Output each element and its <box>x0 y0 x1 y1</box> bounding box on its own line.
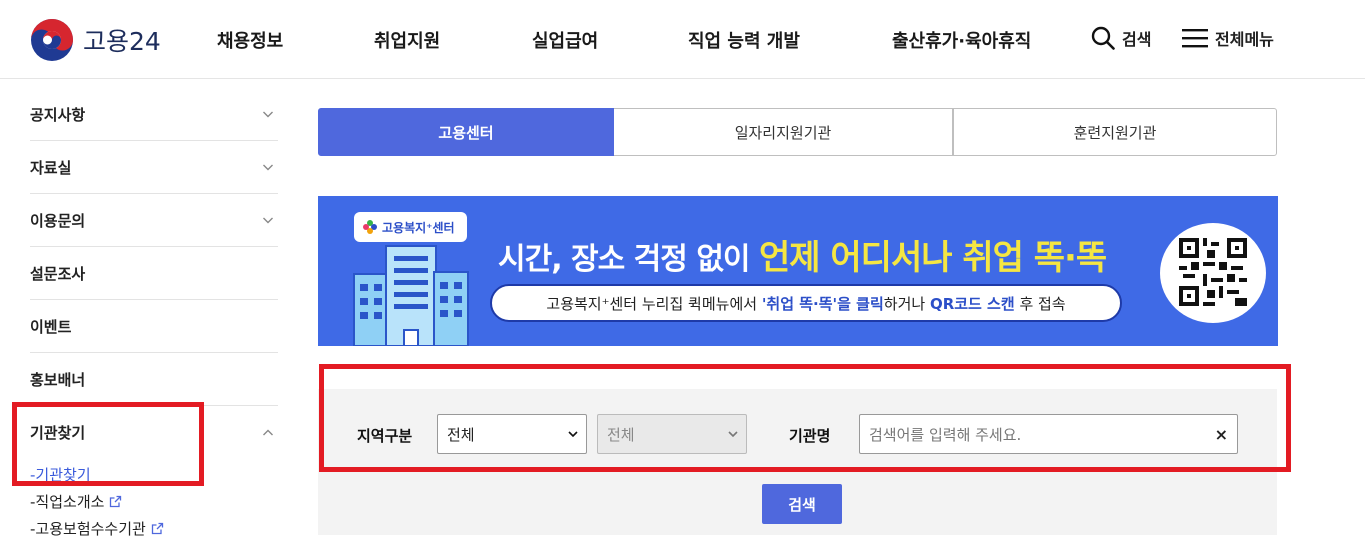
header-search-label: 검색 <box>1122 30 1152 49</box>
chevron-down-icon <box>263 217 273 224</box>
all-menu-button[interactable]: 전체메뉴 <box>1182 26 1274 50</box>
search-highlight-box <box>319 364 1291 472</box>
tab-employment-center[interactable]: 고용센터 <box>318 108 614 156</box>
banner-headline-highlight: 언제 어디서나 취업 똑·똑 <box>758 238 1107 278</box>
sidebar-item-label: 공지사항 <box>30 105 86 124</box>
chevron-down-icon <box>263 111 273 118</box>
search-submit-button[interactable]: 검색 <box>762 484 842 524</box>
sidebar-item-label: 이벤트 <box>30 317 72 336</box>
nav-item-employment-support[interactable]: 취업지원 <box>374 27 440 53</box>
sidebar-item-archive[interactable]: 자료실 <box>30 141 278 194</box>
banner-headline: 시간, 장소 걱정 없이 언제 어디서나 취업 똑·똑 <box>498 230 1107 279</box>
header-search-button[interactable]: 검색 <box>1091 26 1151 50</box>
sidebar-item-event[interactable]: 이벤트 <box>30 300 278 353</box>
sidebar-sub-item-job-agency[interactable]: -직업소개소 <box>30 488 278 515</box>
banner-pill-click-text: '취업 똑·똑'을 클릭 <box>761 294 884 313</box>
nav-item-skill-development[interactable]: 직업 능력 개발 <box>688 27 800 53</box>
nav-item-unemployment-benefit[interactable]: 실업급여 <box>532 27 598 53</box>
sidebar-highlight-box <box>12 402 204 486</box>
sidebar-item-notice[interactable]: 공지사항 <box>30 88 278 141</box>
qr-code-icon <box>1179 238 1247 306</box>
nav-item-parental-leave[interactable]: 출산휴가·육아휴직 <box>892 27 1031 53</box>
qr-bubble <box>1160 223 1266 323</box>
banner-badge: 고용복지⁺센터 <box>354 212 467 242</box>
banner-pill-text: 후 접속 <box>1014 294 1066 313</box>
site-logo[interactable]: 고용24 <box>30 18 161 62</box>
chevron-down-icon <box>263 164 273 171</box>
all-menu-label: 전체메뉴 <box>1215 30 1274 49</box>
banner-badge-label: 고용복지⁺센터 <box>382 220 455 235</box>
banner-pill-text: 하거나 <box>883 294 930 313</box>
sidebar-item-label: 자료실 <box>30 158 72 177</box>
tab-training-agency[interactable]: 훈련지원기관 <box>953 108 1277 156</box>
logo-text: 고용24 <box>83 27 161 56</box>
korea-gov-emblem-icon <box>31 19 73 61</box>
sidebar-item-promo-banner[interactable]: 홍보배너 <box>30 353 278 406</box>
sidebar-item-inquiry[interactable]: 이용문의 <box>30 194 278 247</box>
chevron-up-icon <box>263 429 273 435</box>
sidebar-item-label: 이용문의 <box>30 211 86 230</box>
sidebar-item-label: 설문조사 <box>30 264 86 283</box>
external-link-icon <box>151 522 163 535</box>
promo-banner[interactable]: 고용복지⁺센터 시간, 장소 걱정 없이 언제 어디서나 취업 똑·똑 고용복지… <box>318 196 1278 346</box>
nav-item-jobs[interactable]: 채용정보 <box>217 27 283 53</box>
site-header: 고용24 채용정보 취업지원 실업급여 직업 능력 개발 출산휴가·육아휴직 검… <box>0 0 1365 79</box>
sidebar-sub-item-insurance-agency[interactable]: -고용보험수수기관 <box>30 515 278 542</box>
sidebar-item-label: 홍보배너 <box>30 370 86 389</box>
banner-headline-lead: 시간, 장소 걱정 없이 <box>498 242 751 277</box>
sidebar-sub-item-label: -고용보험수수기관 <box>30 520 146 538</box>
hamburger-menu-icon <box>1182 29 1208 48</box>
banner-instruction-pill: 고용복지⁺센터 누리집 퀵메뉴에서 '취업 똑·똑'을 클릭 하거나 QR코드 … <box>490 284 1122 322</box>
welfare-center-logo-icon <box>363 220 377 234</box>
building-illustration-icon <box>353 245 469 346</box>
sidebar-sub-item-label: -직업소개소 <box>30 493 105 511</box>
sidebar-item-survey[interactable]: 설문조사 <box>30 247 278 300</box>
banner-pill-text: 고용복지⁺센터 누리집 퀵메뉴에서 <box>546 294 762 313</box>
tab-job-support-agency[interactable]: 일자리지원기관 <box>614 108 953 156</box>
banner-pill-qr-text: QR코드 스캔 <box>929 294 1015 313</box>
search-icon <box>1091 26 1115 50</box>
agency-type-tabs: 고용센터 일자리지원기관 훈련지원기관 <box>318 108 1277 156</box>
external-link-icon <box>110 495 122 508</box>
